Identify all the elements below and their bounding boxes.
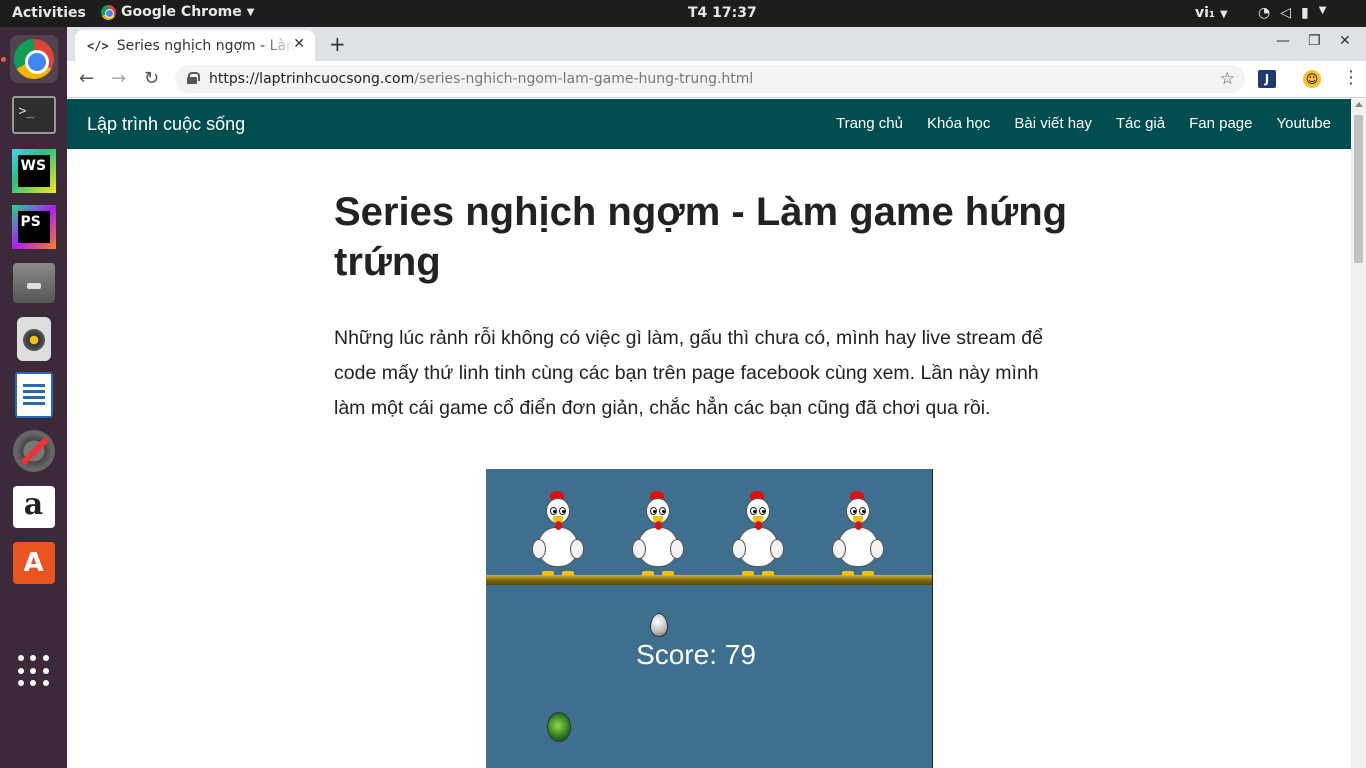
volume-icon: ◁ [1280, 5, 1291, 21]
extension-icon[interactable]: J [1258, 70, 1276, 88]
tools-icon [12, 430, 55, 472]
app-menu-label: Google Chrome [121, 4, 242, 20]
nav-link-courses[interactable]: Khóa học [927, 115, 990, 132]
wifi-icon: ◔ [1258, 5, 1271, 21]
phpstorm-icon: PS [11, 205, 56, 249]
perch-bar [486, 575, 932, 585]
dock-rhythmbox[interactable] [10, 315, 58, 363]
dock-files[interactable] [10, 259, 58, 307]
code-icon: </> [87, 38, 109, 53]
nav-link-fan-page[interactable]: Fan page [1189, 115, 1252, 132]
terminal-icon: >_ [11, 96, 56, 134]
maximize-button[interactable]: ❐ [1308, 33, 1321, 49]
lock-icon [187, 72, 200, 84]
input-language-label: vi₁ [1195, 5, 1216, 21]
nav-link-good-posts[interactable]: Bài viết hay [1014, 115, 1092, 132]
tab-strip: </> Series nghịch ngợm - Làm game hứng t… [67, 27, 1366, 61]
battery-icon: ▮ [1301, 5, 1309, 21]
bookmark-star-icon[interactable]: ☆ [1220, 65, 1235, 93]
app-grid-icon [17, 655, 50, 687]
chevron-down-icon: ▼ [246, 6, 255, 18]
article-intro: Những lúc rảnh rỗi không có việc gì làm,… [334, 327, 1043, 419]
document-icon [14, 372, 53, 418]
dock-settings[interactable] [10, 427, 58, 475]
chrome-icon [13, 39, 54, 79]
tab-title: Series nghịch ngợm - Làm game hứng trứng [116, 37, 295, 54]
dock-amazon[interactable]: a [10, 483, 58, 531]
egg-catch-game-canvas[interactable]: Score: 79 [486, 469, 933, 768]
url-path: /series-nghich-ngom-lam-game-hung-trung.… [414, 71, 754, 87]
browser-tab[interactable]: </> Series nghịch ngợm - Làm game hứng t… [75, 30, 315, 61]
dock-software-center[interactable]: A [10, 539, 58, 587]
files-icon [12, 263, 55, 303]
dock-terminal[interactable]: >_ [10, 91, 58, 139]
dock-writer[interactable] [10, 371, 58, 419]
running-indicator [0, 57, 6, 62]
chevron-down-icon: ▼ [1318, 5, 1327, 16]
nav-link-youtube[interactable]: Youtube [1276, 115, 1331, 132]
activities-button[interactable]: Activities [12, 5, 86, 21]
green-egg-icon [547, 712, 571, 742]
game-score: Score: 79 [636, 639, 756, 670]
back-button[interactable]: ← [79, 68, 94, 89]
browser-toolbar: ← → ↻ https://laptrinhcuocsong.com/serie… [67, 61, 1366, 98]
webstorm-icon: WS [11, 149, 56, 193]
forward-button[interactable]: → [111, 68, 126, 89]
new-tab-button[interactable]: + [329, 32, 346, 56]
close-window-button[interactable]: ✕ [1339, 33, 1351, 49]
reload-button[interactable]: ↻ [144, 68, 159, 89]
close-icon[interactable]: ✕ [293, 36, 305, 52]
article: Series nghịch ngợm - Làm game hứng trứng… [334, 187, 1074, 426]
scroll-up-arrow-icon[interactable] [1355, 102, 1363, 107]
dock-webstorm[interactable]: WS [10, 147, 58, 195]
dock-show-apps[interactable] [10, 647, 58, 695]
app-menu[interactable]: Google Chrome ▼ [101, 4, 254, 20]
input-language[interactable]: vi₁ ▼ [1195, 5, 1228, 21]
amazon-icon: a [12, 486, 55, 528]
dock-chrome[interactable] [0, 35, 58, 83]
falling-egg-icon [650, 613, 668, 637]
dock: >_ WS PS a A [0, 27, 67, 768]
page-viewport: Lập trình cuộc sống Trang chủ Khóa học B… [67, 99, 1351, 768]
emoji-extension-icon[interactable]: ☺ [1303, 70, 1321, 88]
nav-link-author[interactable]: Tác giả [1116, 115, 1165, 132]
article-title: Series nghịch ngợm - Làm game hứng trứng [334, 190, 1068, 284]
url-host: https://laptrinhcuocsong.com [209, 71, 415, 87]
address-bar[interactable]: https://laptrinhcuocsong.com/series-nghi… [175, 65, 1245, 93]
system-top-bar: Activities Google Chrome ▼ T4 17:37 vi₁ … [0, 0, 1366, 27]
speaker-icon [16, 317, 51, 361]
chevron-down-icon: ▼ [1219, 9, 1228, 20]
shopping-bag-icon: A [12, 542, 55, 584]
site-navbar: Lập trình cuộc sống Trang chủ Khóa học B… [67, 99, 1351, 149]
site-brand[interactable]: Lập trình cuộc sống [87, 114, 245, 135]
page-scrollbar[interactable] [1351, 99, 1366, 768]
dock-phpstorm[interactable]: PS [10, 203, 58, 251]
clock[interactable]: T4 17:37 [688, 5, 757, 21]
nav-link-home[interactable]: Trang chủ [836, 115, 903, 132]
minimize-button[interactable]: — [1276, 33, 1290, 49]
site-nav-links: Trang chủ Khóa học Bài viết hay Tác giả … [836, 115, 1331, 132]
scrollbar-thumb[interactable] [1354, 115, 1363, 263]
chrome-menu-button[interactable]: ⋮ [1342, 67, 1360, 88]
system-tray[interactable]: ◔ ◁ ▮ ▼ [1258, 5, 1326, 21]
chrome-icon [101, 4, 116, 20]
